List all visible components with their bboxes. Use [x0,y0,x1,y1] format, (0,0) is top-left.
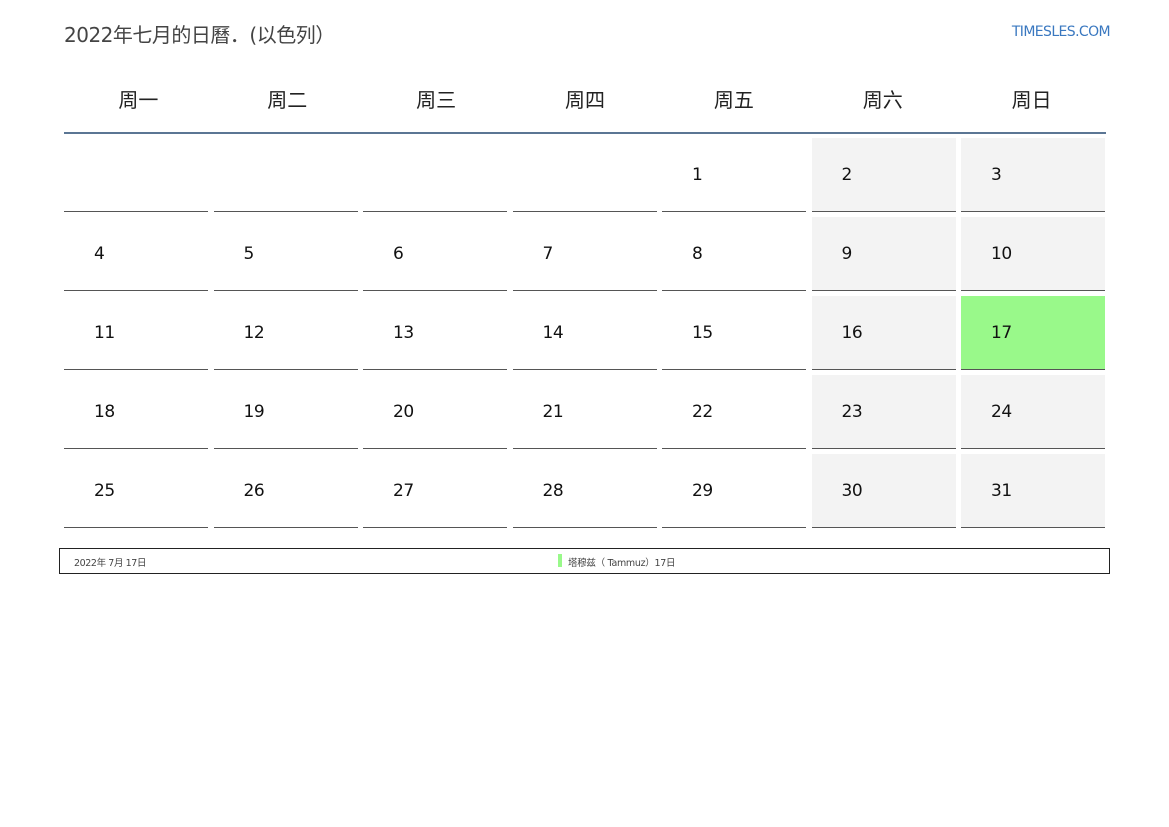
weekday-thu: 周四 [565,88,605,112]
day-number: 6 [393,244,404,264]
day-cell: 27 [363,454,507,528]
day-cell: 29 [662,454,806,528]
empty-day-cell [213,138,358,212]
day-cell: 3 [961,138,1105,212]
day-number: 2 [841,165,853,185]
day-cell: 28 [512,454,657,528]
day-cell: 4 [64,217,208,291]
day-cell: 31 [961,454,1105,528]
day-number: 27 [393,481,414,501]
day-number: 22 [692,402,713,422]
empty-day-cell [64,138,208,212]
day-number: 30 [841,481,863,501]
day-cell: 10 [961,217,1105,291]
day-cell: 1 [662,138,806,212]
day-number: 21 [542,402,564,422]
weekday-sun: 周日 [1011,88,1052,112]
day-number: 26 [243,481,265,501]
day-cell: 5 [213,217,358,291]
empty-day-cell [363,138,507,212]
day-number: 18 [94,402,115,422]
day-number: 20 [393,402,414,422]
day-number: 24 [991,402,1012,422]
day-cell: 24 [961,375,1105,449]
weekday-tue: 周二 [267,88,308,112]
day-number: 31 [991,481,1012,501]
weekday-wed: 周三 [416,88,457,112]
day-cell: 12 [213,296,358,370]
day-number: 14 [542,323,564,343]
day-cell: 15 [662,296,806,370]
day-number: 12 [243,323,265,343]
weekday-mon: 周一 [118,88,159,112]
day-number: 7 [542,244,554,264]
day-number: 17 [991,323,1012,343]
day-cell: 21 [512,375,657,449]
day-number: 3 [991,165,1002,185]
day-number: 19 [243,402,265,422]
day-cell: 25 [64,454,208,528]
legend-event: 塔穆兹（ Tammuz）17日 [568,558,676,569]
day-number: 8 [692,244,703,264]
day-number: 5 [243,244,255,264]
day-number: 10 [991,244,1012,264]
day-cell: 23 [811,375,956,449]
weekday-sat: 周六 [862,88,903,112]
day-cell: 13 [363,296,507,370]
site-link[interactable]: TIMESLES.COM [1012,24,1111,40]
empty-day-cell [512,138,657,212]
day-number: 29 [692,481,713,501]
day-cell: 8 [662,217,806,291]
day-cell: 30 [811,454,956,528]
day-number: 1 [692,165,703,185]
day-cell: 14 [512,296,657,370]
day-number: 23 [841,402,863,422]
day-cell: 11 [64,296,208,370]
day-number: 15 [692,323,713,343]
legend-date: 2022年 7月 17日 [74,558,147,569]
day-cell: 19 [213,375,358,449]
day-cell: 26 [213,454,358,528]
day-number: 16 [841,323,863,343]
day-cell: 22 [662,375,806,449]
day-cell: 20 [363,375,507,449]
calendar-grid: 1 2 3 4 5 6 7 8 9 10 11 12 13 14 15 16 17 18 19 20 21 22 23 24 2… [64,138,1111,528]
day-number: 11 [94,323,115,343]
weekday-header-row: 周一 周二 周三 周四 周五 周六 周日 [64,84,1106,134]
legend-color-swatch [558,554,562,567]
day-number: 13 [393,323,414,343]
holiday-legend: 2022年 7月 17日 塔穆兹（ Tammuz）17日 [59,548,1110,574]
holiday-day-cell: 17 [961,296,1105,370]
page-title: 2022年七月的日曆．(以色列） [64,23,335,47]
day-cell: 2 [811,138,956,212]
day-cell: 7 [512,217,657,291]
day-number: 28 [542,481,564,501]
day-number: 25 [94,481,115,501]
day-cell: 6 [363,217,507,291]
weekday-fri: 周五 [713,88,754,112]
day-cell: 18 [64,375,208,449]
day-number: 4 [94,244,105,264]
day-cell: 9 [811,217,956,291]
day-number: 9 [841,244,853,264]
day-cell: 16 [811,296,956,370]
